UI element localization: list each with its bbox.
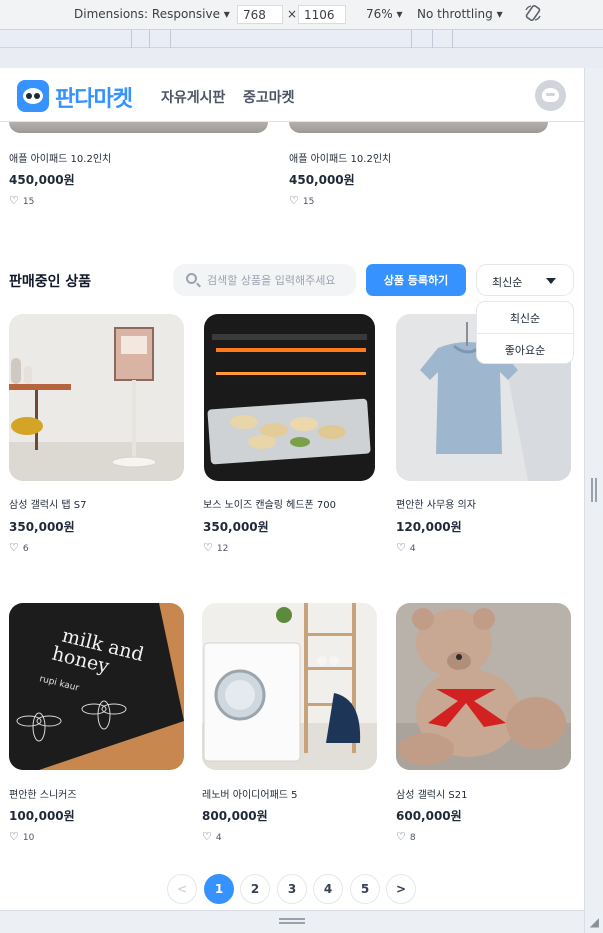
search-input[interactable]	[207, 264, 352, 296]
sort-option-latest[interactable]: 최신순	[477, 302, 573, 333]
brand-name[interactable]: 판다마켓	[55, 81, 133, 113]
pagination-page-1[interactable]: 1	[204, 874, 234, 904]
dimensions-dropdown[interactable]: Dimensions: Responsive ▾	[74, 7, 230, 21]
like-count: 15	[302, 197, 315, 207]
throttling-dropdown[interactable]: No throttling ▾	[417, 7, 503, 21]
sort-dropdown[interactable]: 최신순	[476, 264, 574, 296]
like-count: 12	[216, 544, 229, 554]
pagination-page-5[interactable]: 5	[350, 874, 380, 904]
nav-free-board[interactable]: 자유게시판	[161, 87, 225, 107]
viewport-right-resize-handle[interactable]	[584, 68, 603, 933]
product-price: 350,000원	[203, 520, 269, 534]
product-price: 120,000원	[396, 520, 462, 534]
product-price: 800,000원	[202, 809, 268, 823]
best-product-name[interactable]: 애플 아이패드 10.2인치	[9, 150, 111, 165]
best-product-likes[interactable]: ♡ 15	[9, 194, 34, 207]
panda-logo-icon[interactable]	[17, 80, 49, 112]
product-name[interactable]: 삼성 갤럭시 S21	[396, 786, 467, 801]
caret-down-icon: ▾	[496, 7, 503, 21]
product-image-galaxy-s21[interactable]	[396, 603, 571, 770]
pagination-page-3[interactable]: 3	[277, 874, 307, 904]
like-count: 4	[215, 833, 222, 843]
heart-icon: ♡	[203, 541, 213, 554]
product-image-bose-headphones[interactable]	[204, 314, 375, 481]
heart-icon: ♡	[9, 541, 19, 554]
product-likes[interactable]: ♡ 4	[202, 830, 222, 843]
like-count: 6	[22, 544, 29, 554]
search-box	[173, 264, 356, 296]
heart-icon: ♡	[9, 194, 19, 207]
product-likes[interactable]: ♡ 8	[396, 830, 416, 843]
like-count: 15	[22, 197, 35, 207]
product-name[interactable]: 삼성 갤럭시 탭 S7	[9, 496, 86, 511]
heart-icon: ♡	[396, 541, 406, 554]
caret-down-icon: ▾	[223, 7, 230, 21]
product-image-lenovo[interactable]	[202, 603, 377, 770]
best-product-price: 450,000원	[9, 173, 75, 187]
product-name[interactable]: 보스 노이즈 캔슬링 헤드폰 700	[203, 496, 336, 511]
heart-icon: ♡	[289, 194, 299, 207]
zoom-dropdown[interactable]: 76% ▾	[366, 7, 403, 21]
viewport-bottom-resize-handle[interactable]	[0, 910, 584, 933]
best-product-image[interactable]	[289, 122, 548, 133]
register-product-button[interactable]: 상품 등록하기	[366, 264, 466, 296]
caret-down-icon: ▾	[396, 7, 403, 21]
product-likes[interactable]: ♡ 6	[9, 541, 29, 554]
pagination-page-4[interactable]: 4	[313, 874, 343, 904]
viewport-top-gutter	[0, 48, 603, 68]
zoom-label: 76%	[366, 7, 393, 21]
product-likes[interactable]: ♡ 4	[396, 541, 416, 554]
throttling-label: No throttling	[417, 7, 493, 21]
product-price: 100,000원	[9, 809, 75, 823]
like-count: 10	[22, 833, 35, 843]
search-icon	[186, 273, 197, 284]
user-avatar-icon[interactable]	[535, 80, 566, 111]
product-likes[interactable]: ♡ 12	[203, 541, 228, 554]
best-product-name[interactable]: 애플 아이패드 10.2인치	[289, 150, 391, 165]
media-query-ruler	[0, 30, 603, 48]
caret-down-icon	[546, 278, 556, 284]
sort-selected-label: 최신순	[492, 276, 523, 289]
section-title: 판매중인 상품	[9, 274, 92, 290]
product-likes[interactable]: ♡ 10	[9, 830, 34, 843]
product-price: 600,000원	[396, 809, 462, 823]
rotate-icon[interactable]	[524, 4, 542, 25]
resize-corner-icon[interactable]: ◢	[590, 915, 599, 929]
devtools-toolbar: Dimensions: Responsive ▾ 768 × 1106 76% …	[0, 0, 603, 30]
like-count: 4	[409, 544, 416, 554]
dimensions-label: Dimensions: Responsive	[74, 7, 220, 21]
best-product-image[interactable]	[9, 122, 268, 133]
product-name[interactable]: 편안한 스니커즈	[9, 786, 77, 801]
product-name[interactable]: 레노버 아이디어패드 5	[202, 786, 298, 801]
heart-icon: ♡	[202, 830, 212, 843]
best-product-price: 450,000원	[289, 173, 355, 187]
pagination-next-button[interactable]: >	[386, 874, 416, 904]
sort-menu: 최신순 좋아요순	[476, 301, 574, 364]
product-image-sneakers[interactable]: milk and honey rupi kaur	[9, 603, 184, 770]
page-viewport: 판다마켓 자유게시판 중고마켓 애플 아이패드 10.2인치 450,000원 …	[0, 68, 584, 910]
product-image-galaxy-tab[interactable]	[9, 314, 184, 481]
product-price: 350,000원	[9, 520, 75, 534]
pagination-page-2[interactable]: 2	[240, 874, 270, 904]
heart-icon: ♡	[9, 830, 19, 843]
width-input[interactable]: 768	[237, 5, 283, 24]
site-header: 판다마켓 자유게시판 중고마켓	[0, 68, 584, 122]
best-product-likes[interactable]: ♡ 15	[289, 194, 314, 207]
pagination-prev-button[interactable]: <	[167, 874, 197, 904]
height-input[interactable]: 1106	[298, 5, 346, 24]
like-count: 8	[409, 833, 416, 843]
product-name[interactable]: 편안한 사무용 의자	[396, 496, 476, 511]
heart-icon: ♡	[396, 830, 406, 843]
sort-option-likes[interactable]: 좋아요순	[477, 333, 573, 364]
nav-used-market[interactable]: 중고마켓	[243, 87, 295, 107]
times-sign: ×	[287, 7, 298, 21]
